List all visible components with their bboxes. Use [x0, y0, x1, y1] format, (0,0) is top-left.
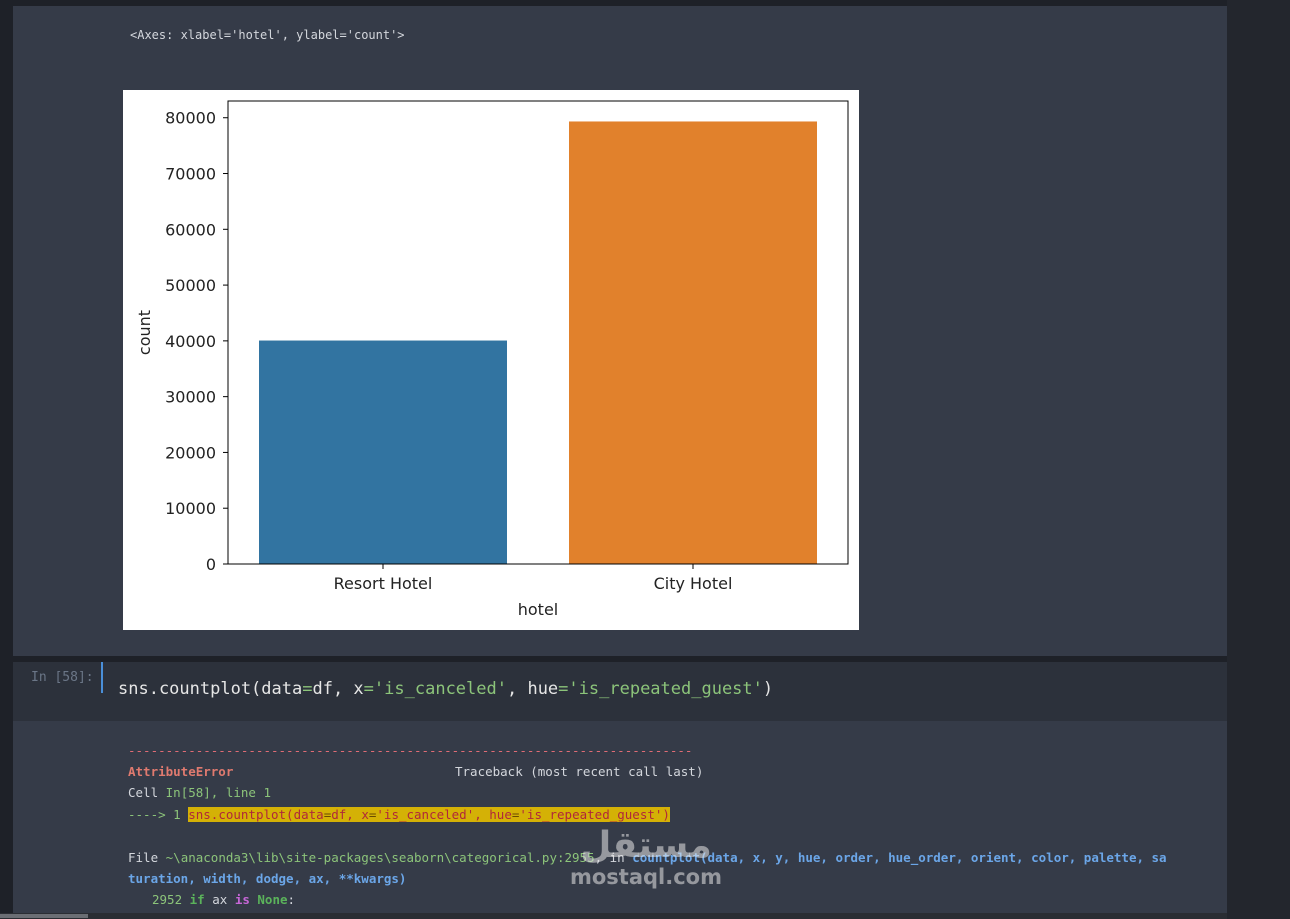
traceback-args: (data, x, y, hue, order, hue_order, orie…	[699, 850, 1167, 865]
code-token: df, x	[331, 807, 369, 822]
code-token: , hue	[474, 807, 512, 822]
traceback-highlight: sns.countplot(data=df, x='is_canceled', …	[188, 807, 670, 822]
code-token: ax	[204, 892, 235, 907]
traceback-lineno: 2952	[152, 892, 183, 907]
traceback-file-path: ~\anaconda3\lib\site-packages\seaborn\ca…	[165, 850, 595, 865]
code-token: =	[558, 679, 569, 699]
axes-repr-text: <Axes: xlabel='hotel', ylabel='count'>	[130, 28, 405, 42]
code-string: 'is_repeated_guest'	[568, 679, 763, 699]
code-token: sns.countplot(data	[118, 679, 303, 699]
code-string: 'is_canceled'	[373, 679, 507, 699]
code-keyword: if	[189, 892, 205, 907]
y-tick-label: 50000	[165, 276, 216, 295]
right-panel	[1227, 0, 1290, 919]
code-keyword: None	[257, 892, 288, 907]
traceback-header: AttributeError Traceback (most recent cal…	[128, 764, 703, 779]
traceback-arrow-line: ----> 1 sns.countplot(data=df, x='is_can…	[128, 807, 670, 822]
traceback-source-line: 2952 if ax is None:	[152, 892, 295, 907]
traceback-separator: ----------------------------------------…	[128, 743, 693, 758]
traceback-args: turation, width, dodge, ax, **kwargs)	[128, 871, 407, 886]
scrollbar-thumb[interactable]	[0, 914, 88, 918]
left-gutter	[0, 0, 13, 919]
code-token: )	[762, 679, 774, 699]
code-token: )	[662, 807, 670, 822]
y-tick-label: 80000	[165, 109, 216, 128]
x-tick-label: Resort Hotel	[334, 574, 433, 593]
code-string: 'is_repeated_guest'	[519, 807, 663, 822]
y-axis-label: count	[135, 310, 154, 355]
horizontal-scrollbar[interactable]	[0, 913, 1227, 919]
y-tick-label: 10000	[165, 499, 216, 518]
traceback-cell-ref: In[58], line 1	[165, 785, 271, 800]
traceback-label: Traceback (most recent call last)	[455, 764, 704, 779]
traceback-cell-line: Cell In[58], line 1	[128, 785, 271, 800]
code-token: sns.countplot(data	[188, 807, 324, 822]
traceback-arrow: ---->	[128, 807, 174, 822]
y-tick-label: 30000	[165, 388, 216, 407]
active-cell-indicator	[101, 662, 103, 693]
code-token: , hue	[506, 679, 559, 699]
y-tick-label: 0	[206, 555, 216, 574]
bar-city-hotel	[569, 121, 817, 564]
x-axis-label: hotel	[518, 600, 559, 619]
traceback-text: File	[128, 850, 166, 865]
traceback-lineno: 1	[173, 807, 181, 822]
traceback-file-line-cont: turation, width, dodge, ax, **kwargs)	[128, 871, 406, 886]
traceback-text: Cell	[128, 785, 166, 800]
code-keyword: is	[234, 892, 250, 907]
watermark-text: mostaql.com	[570, 865, 722, 889]
x-tick-label: City Hotel	[654, 574, 733, 593]
input-prompt: In [58]:	[31, 670, 94, 685]
code-string: 'is_canceled'	[376, 807, 475, 822]
watermark-logo: مستقل	[580, 825, 712, 866]
plot-figure: Resort Hotel City Hotel 0 10000 20000 30000 40…	[123, 90, 859, 630]
code-token: =	[363, 679, 374, 699]
code-editor-line[interactable]: sns.countplot(data=df, x='is_canceled', …	[118, 679, 773, 699]
y-tick-label: 60000	[165, 220, 216, 239]
y-tick-label: 40000	[165, 332, 216, 351]
code-token: df, x	[312, 679, 364, 699]
code-token: =	[302, 679, 313, 699]
watermark: مستقل mostaql.com	[566, 825, 726, 889]
code-token: :	[287, 892, 296, 907]
y-tick-label: 20000	[165, 443, 216, 462]
countplot-chart: Resort Hotel City Hotel 0 10000 20000 30000 40…	[135, 100, 849, 619]
y-tick-label: 70000	[165, 165, 216, 184]
bar-resort-hotel	[259, 340, 507, 564]
error-name: AttributeError	[128, 764, 234, 779]
